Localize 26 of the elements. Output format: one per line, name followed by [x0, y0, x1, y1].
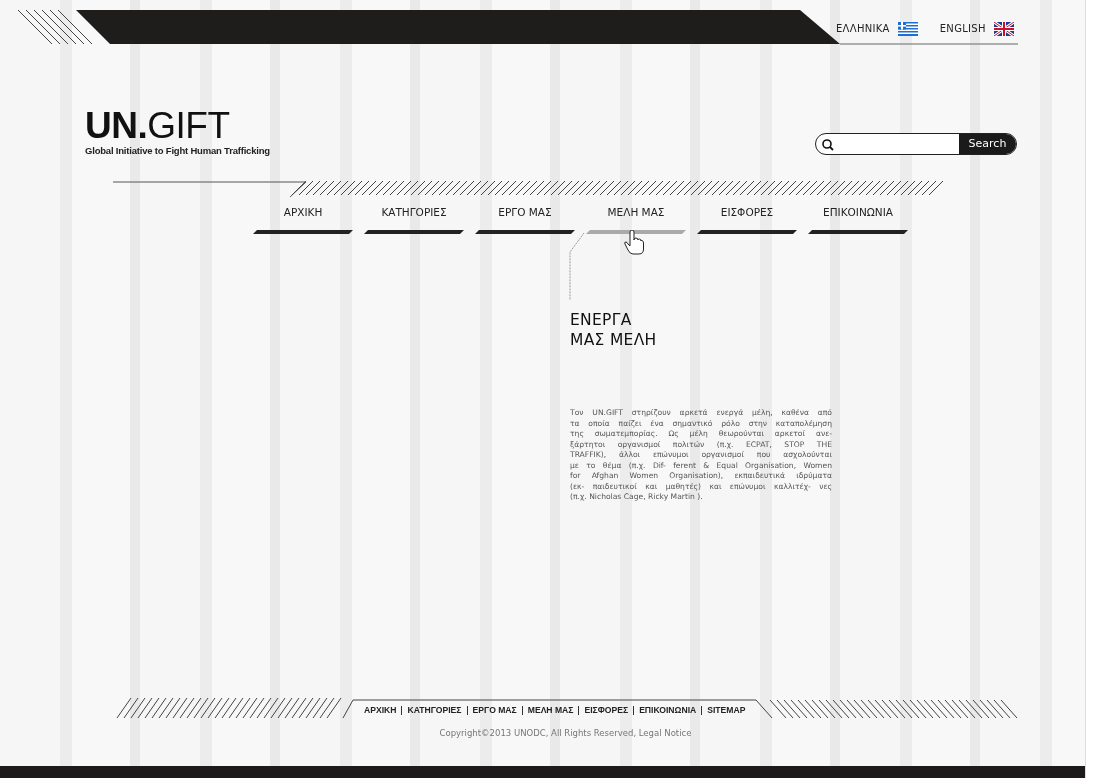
nav-tab[interactable]: ΚΑΤΗΓΟΡΙΕΣ	[366, 205, 462, 240]
copyright-text: Copyright©2013 UNODC, All Rights Reserved, Legal Notice	[438, 727, 693, 740]
footer-link[interactable]: ΕΠΙΚΟΙΝΩΝΙΑ	[633, 705, 702, 715]
nav-tab[interactable]: ΕΡΓΟ ΜΑΣ	[477, 205, 573, 240]
nav-tab[interactable]: ΜΕΛΗ ΜΑΣ	[588, 205, 684, 240]
language-link[interactable]: ENGLISH	[939, 21, 986, 36]
logo-title[interactable]: UN.GIFT	[85, 107, 270, 144]
search-field[interactable]: Search	[815, 133, 1017, 155]
scrollbar[interactable]	[1085, 0, 1099, 778]
search-button[interactable]: Search	[959, 134, 1016, 154]
nav-tab[interactable]: ΕΙΣΦΟΡΕΣ	[699, 205, 795, 240]
footer-link[interactable]: ΕΡΓΟ ΜΑΣ	[466, 705, 522, 715]
article-heading: ΕΝΕΡΓΑ ΜΑΣ ΜΕΛΗ	[570, 310, 658, 351]
footer-link[interactable]: ΚΑΤΗΓΟΡΙΕΣ	[401, 705, 467, 715]
logo-tagline: Global Initiative to Fight Human Trafficking	[85, 144, 270, 158]
footer-link[interactable]: ΕΙΣΦΟΡΕΣ	[578, 705, 634, 715]
footer-link[interactable]: SITEMAP	[701, 705, 751, 715]
bracket-line	[568, 232, 585, 301]
flag-icon	[993, 21, 1014, 36]
nav-tab[interactable]: ΕΠΙΚΟΙΝΩΝΙΑ	[810, 205, 906, 240]
footer-link[interactable]: ΑΡΧΙΚΗ	[359, 705, 402, 715]
language-link[interactable]: ΕΛΛΗΝΙΚΑ	[836, 21, 890, 36]
footer-link[interactable]: ΜΕΛΗ ΜΑΣ	[521, 705, 579, 715]
hand-cursor-icon	[624, 230, 644, 256]
nav-tab[interactable]: ΑΡΧΙΚΗ	[255, 205, 351, 240]
flag-icon	[897, 21, 918, 36]
